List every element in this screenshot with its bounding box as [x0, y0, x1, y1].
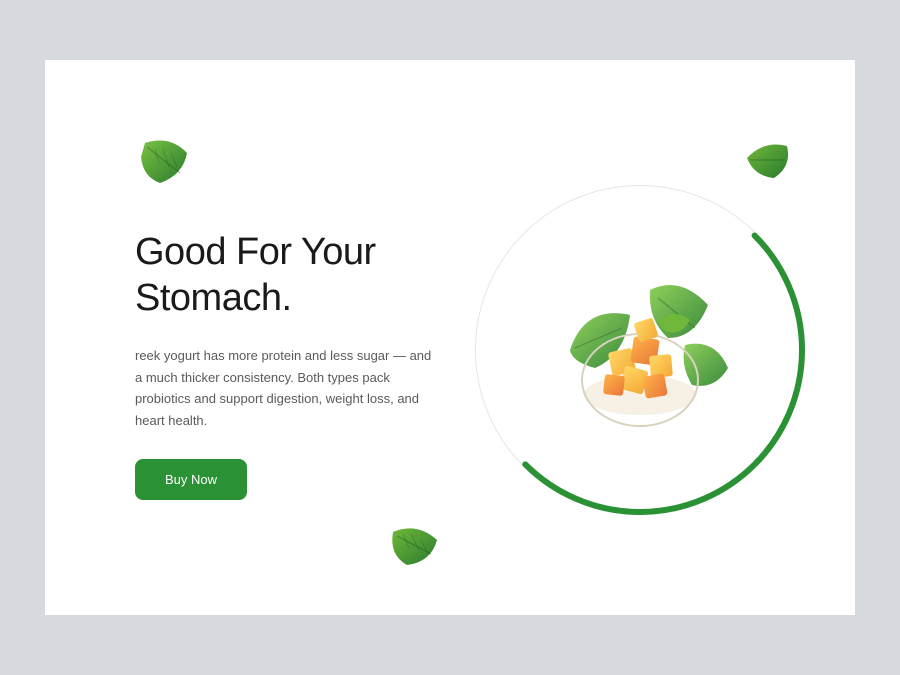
mint-leaf-icon [135, 135, 195, 190]
hero-visual [475, 185, 805, 515]
product-image [540, 250, 740, 450]
mint-leaf-icon [385, 520, 445, 570]
mint-leaf-icon [742, 138, 797, 183]
hero-description: reek yogurt has more protein and less su… [135, 345, 435, 431]
hero-heading: Good For Your Stomach. [135, 230, 435, 321]
hero-content: Good For Your Stomach. reek yogurt has m… [135, 230, 435, 500]
hero-card: Good For Your Stomach. reek yogurt has m… [45, 60, 855, 615]
buy-now-button[interactable]: Buy Now [135, 459, 247, 500]
